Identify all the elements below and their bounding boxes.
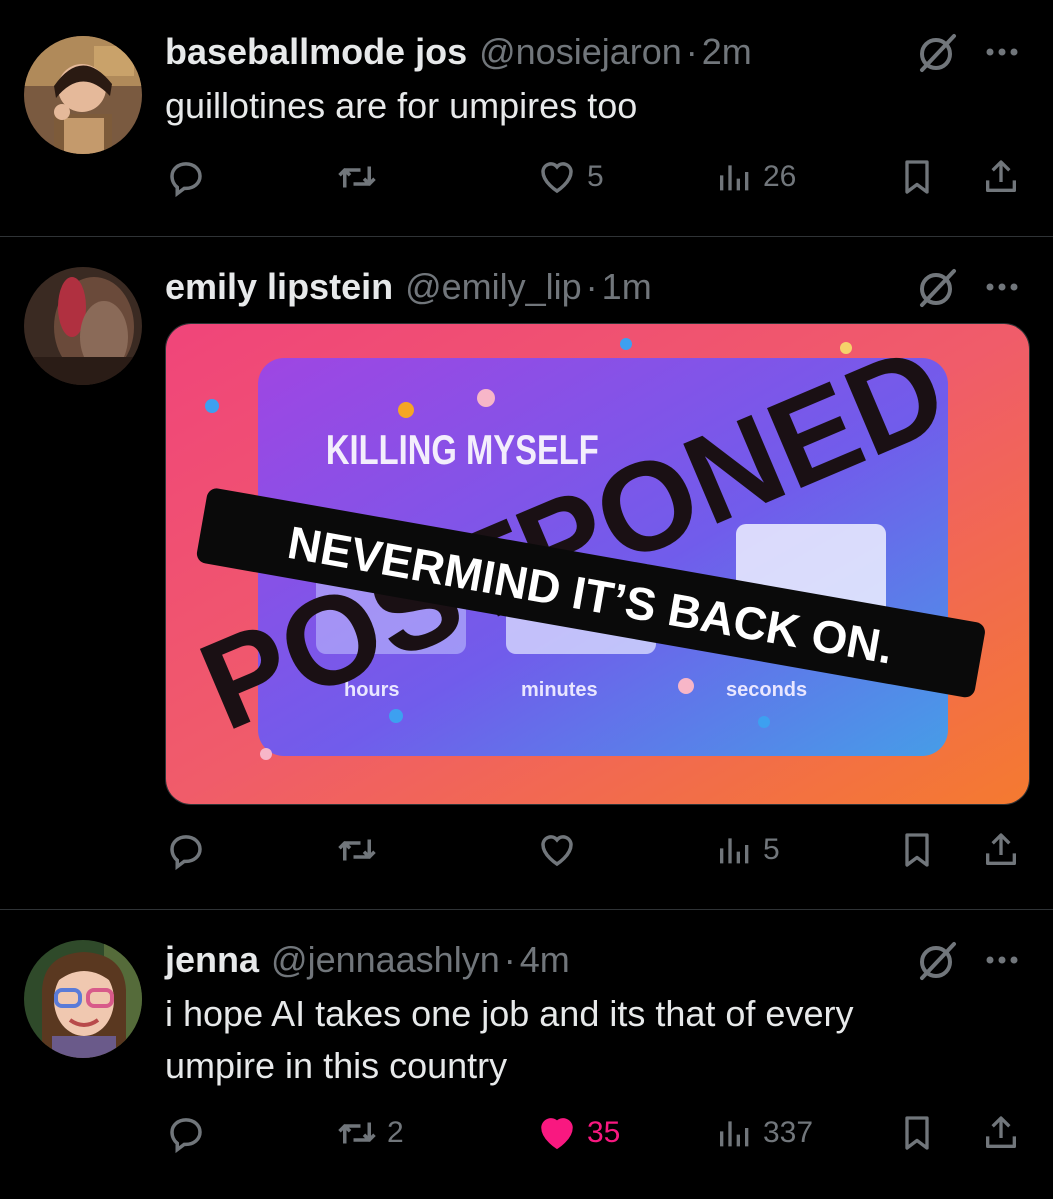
separator: · — [585, 266, 598, 307]
tweet-1[interactable]: baseballmode jos @nosiejaron · 2m guillo… — [0, 0, 1053, 236]
timestamp[interactable]: 1m — [602, 266, 652, 308]
tweet-text-line: i hope AI takes one job and its that of … — [165, 993, 854, 1034]
view-count: 5 — [763, 833, 780, 866]
share-button[interactable] — [981, 152, 1021, 202]
more-icon[interactable] — [980, 265, 1024, 309]
media-unit-minutes: minutes — [521, 679, 598, 701]
view-count: 26 — [763, 160, 797, 193]
grok-icon[interactable] — [916, 30, 960, 74]
view-count: 337 — [763, 1116, 814, 1149]
tweet-header: emily lipstein @emily_lip · 1m — [165, 265, 652, 309]
separator: · — [685, 31, 698, 72]
action-bar: 5 — [165, 825, 1025, 875]
tweet-text-line: umpire in this country — [165, 1045, 508, 1086]
tweet-3[interactable]: jenna @jennaashlyn · 4m i hope AI takes … — [0, 910, 1053, 1199]
display-name[interactable]: baseballmode jos — [165, 31, 467, 73]
views-button[interactable]: 337 — [715, 1108, 813, 1158]
display-name[interactable]: jenna — [165, 939, 259, 981]
heart-icon — [541, 162, 573, 194]
heart-filled-icon — [541, 1118, 573, 1150]
tweet-text: i hope AI takes one job and its that of … — [165, 988, 1025, 1092]
like-count: 5 — [587, 160, 604, 193]
retweet-button[interactable] — [335, 152, 379, 202]
share-icon — [986, 833, 1016, 865]
action-bar: 2 35 337 — [165, 1108, 1025, 1158]
bookmark-icon — [905, 833, 929, 867]
avatar[interactable] — [24, 36, 142, 154]
timestamp[interactable]: 4m — [520, 939, 570, 981]
share-icon — [986, 160, 1016, 192]
reply-button[interactable] — [165, 1108, 207, 1158]
like-count: 35 — [587, 1116, 621, 1149]
reply-icon — [170, 162, 202, 198]
share-icon — [986, 1116, 1016, 1148]
more-icon[interactable] — [980, 30, 1024, 74]
views-icon — [720, 838, 749, 864]
retweet-icon — [338, 166, 376, 188]
media-top-label: KILLING MYSELF — [326, 426, 599, 473]
retweet-button[interactable] — [335, 825, 379, 875]
views-icon — [720, 1121, 749, 1147]
timestamp[interactable]: 2m — [702, 31, 752, 73]
heart-icon — [541, 835, 573, 867]
views-icon — [720, 165, 749, 191]
like-button[interactable] — [535, 825, 579, 875]
tweet-media-image[interactable]: hours minutes seconds KILLING MYSELF POS… — [165, 323, 1030, 805]
avatar[interactable] — [24, 267, 142, 385]
like-button[interactable]: 5 — [535, 152, 604, 202]
retweet-button[interactable]: 2 — [335, 1108, 404, 1158]
handle[interactable]: @emily_lip — [405, 266, 582, 308]
handle[interactable]: @jennaashlyn — [271, 939, 500, 981]
grok-icon[interactable] — [916, 265, 960, 309]
bookmark-button[interactable] — [897, 152, 937, 202]
retweet-count: 2 — [387, 1116, 404, 1149]
grok-icon[interactable] — [916, 938, 960, 982]
retweet-icon — [338, 1122, 376, 1144]
views-button[interactable]: 26 — [715, 152, 796, 202]
like-button[interactable]: 35 — [535, 1108, 620, 1158]
separator: · — [503, 939, 516, 980]
more-icon[interactable] — [980, 938, 1024, 982]
share-button[interactable] — [981, 1108, 1021, 1158]
retweet-icon — [338, 839, 376, 861]
views-button[interactable]: 5 — [715, 825, 780, 875]
share-button[interactable] — [981, 825, 1021, 875]
bookmark-icon — [905, 1116, 929, 1150]
reply-icon — [170, 835, 202, 871]
avatar[interactable] — [24, 940, 142, 1058]
reply-button[interactable] — [165, 825, 207, 875]
tweet-header: jenna @jennaashlyn · 4m — [165, 938, 570, 982]
action-bar: 5 26 — [165, 152, 1025, 202]
tweet-2[interactable]: emily lipstein @emily_lip · 1m hours min… — [0, 237, 1053, 909]
reply-button[interactable] — [165, 152, 207, 202]
tweet-header: baseballmode jos @nosiejaron · 2m — [165, 30, 752, 74]
media-unit-seconds: seconds — [726, 679, 807, 701]
display-name[interactable]: emily lipstein — [165, 266, 393, 308]
bookmark-button[interactable] — [897, 1108, 937, 1158]
bookmark-button[interactable] — [897, 825, 937, 875]
reply-icon — [170, 1118, 202, 1154]
handle[interactable]: @nosiejaron — [479, 31, 682, 73]
tweet-text: guillotines are for umpires too — [165, 85, 638, 126]
bookmark-icon — [905, 160, 929, 194]
